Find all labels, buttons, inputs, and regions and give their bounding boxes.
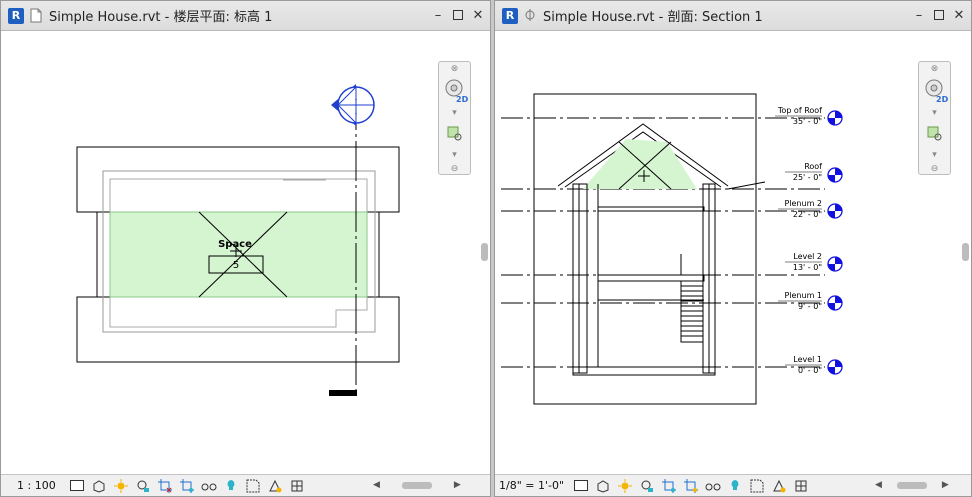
level-name-level-1[interactable]: Level 1 — [793, 355, 822, 364]
horizontal-scrollbar[interactable]: ◀ ▶ — [373, 478, 461, 492]
restore-icon[interactable] — [450, 7, 466, 23]
level-elev-roof[interactable]: 25' - 0" — [793, 173, 822, 182]
temporary-hide-icon[interactable] — [702, 477, 724, 495]
section-drawing: Top of Roof 35' - 0" Roof 25' - 0" Plenu… — [501, 93, 843, 405]
drawing-area[interactable]: Top of Roof 35' - 0" Roof 25' - 0" Plenu… — [495, 32, 971, 474]
roof-space-region[interactable] — [583, 139, 697, 189]
scroll-left-icon[interactable]: ◀ — [875, 480, 882, 490]
wheel-dropdown-icon[interactable]: ▾ — [452, 108, 457, 118]
section-tail — [329, 390, 357, 396]
level-name-top-of-roof[interactable]: Top of Roof — [777, 106, 822, 115]
floor-plan-window[interactable]: R Simple House.rvt - 楼层平面: 标高 1 – ✕ Spac… — [0, 0, 491, 497]
level-name-plenum-1[interactable]: Plenum 1 — [784, 291, 822, 300]
sun-path-icon[interactable] — [110, 477, 132, 495]
visual-style-icon[interactable] — [592, 477, 614, 495]
floor-plan-drawing: Space 5 - - — [76, 84, 400, 396]
level-elev-top-of-roof[interactable]: 35' - 0" — [793, 117, 822, 126]
title-bar[interactable]: R Simple House.rvt - 楼层平面: 标高 1 – ✕ — [1, 1, 490, 31]
scroll-right-icon[interactable]: ▶ — [942, 480, 949, 490]
mode-2d-label: 2D — [456, 95, 469, 104]
horizontal-scrollbar[interactable]: ◀ ▶ — [875, 478, 949, 492]
show-crop-icon[interactable] — [680, 477, 702, 495]
zoom-region-icon[interactable] — [447, 126, 463, 146]
highlight-icon[interactable] — [264, 477, 286, 495]
analytical-icon[interactable] — [746, 477, 768, 495]
minimize-icon[interactable]: – — [911, 7, 927, 23]
horizontal-scroll-thumb[interactable] — [401, 481, 432, 489]
space-name-tag[interactable]: Space — [218, 239, 252, 250]
south-wall — [76, 296, 400, 363]
view-scale[interactable]: 1/8" = 1'-0" — [499, 479, 564, 492]
zoom-dropdown-icon[interactable]: ▾ — [932, 150, 937, 160]
floor-level-2 — [597, 274, 705, 282]
level-head-icons[interactable] — [827, 110, 843, 375]
worksharing-icon[interactable] — [790, 477, 812, 495]
navbar-options-icon[interactable]: ⊖ — [451, 164, 459, 174]
left-wall — [572, 183, 588, 374]
navbar-close-icon[interactable]: ⊗ — [931, 64, 939, 74]
scroll-right-icon[interactable]: ▶ — [454, 480, 461, 490]
floor-level-1 — [572, 366, 716, 376]
close-icon[interactable]: ✕ — [951, 7, 967, 23]
navigation-bar[interactable]: ⊗ 2D ▾ ▾ ⊖ — [438, 61, 471, 175]
space-number: 5 — [233, 260, 239, 271]
zoom-dropdown-icon[interactable]: ▾ — [452, 150, 457, 160]
visual-style-icon[interactable] — [88, 477, 110, 495]
vertical-scrollbar[interactable] — [961, 31, 969, 472]
reveal-hidden-icon[interactable] — [724, 477, 746, 495]
scroll-left-icon[interactable]: ◀ — [373, 480, 380, 490]
level-name-level-2[interactable]: Level 2 — [793, 252, 822, 261]
shadows-icon[interactable] — [636, 477, 658, 495]
vertical-scroll-thumb[interactable] — [481, 243, 488, 261]
revit-logo-icon[interactable]: R — [8, 7, 24, 24]
view-control-bar: 1/8" = 1'-0" ◀ ▶ — [495, 474, 971, 496]
window-title: Simple House.rvt - 楼层平面: 标高 1 — [49, 10, 273, 25]
reveal-hidden-icon[interactable] — [220, 477, 242, 495]
show-crop-icon[interactable] — [176, 477, 198, 495]
detail-level-icon[interactable] — [570, 477, 592, 495]
wheel-dropdown-icon[interactable]: ▾ — [932, 108, 937, 118]
level-elev-level-1[interactable]: 0' - 0" — [798, 366, 822, 375]
level-name-plenum-2[interactable]: Plenum 2 — [784, 199, 822, 208]
crop-view-icon[interactable] — [658, 477, 680, 495]
document-icon — [30, 8, 42, 23]
level-name-roof[interactable]: Roof — [804, 162, 822, 171]
horizontal-scroll-thumb[interactable] — [896, 481, 927, 489]
drawing-area[interactable]: Space 5 - - ⊗ 2D ▾ ▾ ⊖ — [1, 32, 490, 474]
title-bar[interactable]: R Simple House.rvt - 剖面: Section 1 – ✕ — [495, 1, 971, 31]
temporary-hide-icon[interactable] — [198, 477, 220, 495]
mode-2d-label: 2D — [936, 95, 949, 104]
shadows-icon[interactable] — [132, 477, 154, 495]
window-title: Simple House.rvt - 剖面: Section 1 — [543, 10, 763, 25]
navigation-bar[interactable]: ⊗ 2D ▾ ▾ ⊖ — [918, 61, 951, 175]
detail-level-icon[interactable] — [66, 477, 88, 495]
minimize-icon[interactable]: – — [430, 7, 446, 23]
highlight-icon[interactable] — [768, 477, 790, 495]
navbar-close-icon[interactable]: ⊗ — [451, 64, 459, 74]
navbar-options-icon[interactable]: ⊖ — [931, 164, 939, 174]
worksharing-icon[interactable] — [286, 477, 308, 495]
level-elev-level-2[interactable]: 13' - 0" — [793, 263, 822, 272]
view-scale[interactable]: 1 : 100 — [17, 479, 56, 492]
crop-view-icon[interactable] — [154, 477, 176, 495]
section-view-icon — [525, 9, 535, 21]
sun-path-icon[interactable] — [614, 477, 636, 495]
level-elev-plenum-1[interactable]: 9' - 0" — [798, 302, 822, 311]
section-window[interactable]: R Simple House.rvt - 剖面: Section 1 – ✕ T… — [494, 0, 972, 497]
space-region[interactable] — [109, 211, 368, 298]
view-control-bar: 1 : 100 ◀ ▶ — [1, 474, 490, 496]
restore-icon[interactable] — [931, 7, 947, 23]
vertical-scrollbar[interactable] — [480, 31, 488, 472]
level-elev-plenum-2[interactable]: 22' - 0" — [793, 210, 822, 219]
close-icon[interactable]: ✕ — [470, 7, 486, 23]
zoom-region-icon[interactable] — [927, 126, 943, 146]
revit-logo-icon[interactable]: R — [502, 7, 518, 24]
analytical-icon[interactable] — [242, 477, 264, 495]
vertical-scroll-thumb[interactable] — [962, 243, 969, 261]
